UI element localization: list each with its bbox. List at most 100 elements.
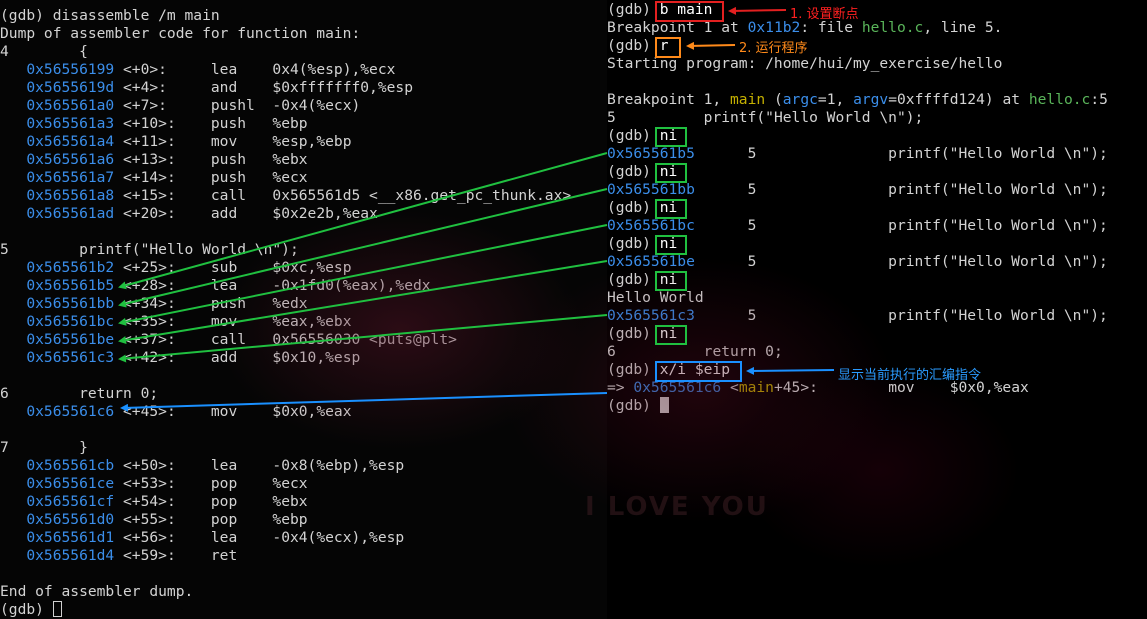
instruction-operands: $0xc,%esp xyxy=(272,259,352,276)
source-code: printf("Hello World \n"); xyxy=(8,241,299,258)
asm-instruction-line: 0x5655619d <+4>: and $0xfffffff0,%esp xyxy=(0,79,413,97)
gdb-prompt: (gdb) xyxy=(607,127,660,144)
terminal-cursor xyxy=(659,397,669,413)
instruction-address: 0x565561c3 xyxy=(26,349,115,366)
text: :5 xyxy=(1090,91,1108,108)
function-name: main xyxy=(738,379,774,396)
asm-instruction-line: 0x565561ad <+20>: add $0x2e2b,%eax xyxy=(0,205,377,223)
source-code: } xyxy=(8,439,88,456)
run-command-highlight xyxy=(655,37,681,58)
program-output: Hello World xyxy=(607,289,704,306)
gdb-prompt-line[interactable]: (gdb) xyxy=(607,397,669,415)
instruction-operands: %eax,%ebx xyxy=(272,313,352,330)
file-name: hello.c xyxy=(861,19,924,36)
instruction-address: 0x565561be xyxy=(607,253,695,270)
gdb-prompt: (gdb) xyxy=(607,37,660,54)
source-code: printf("Hello World \n"); xyxy=(615,109,924,126)
ni-command-highlight xyxy=(655,235,687,255)
instruction-offset: <+42>: xyxy=(114,349,211,366)
step-source: 5 printf("Hello World \n"); xyxy=(694,217,1108,234)
instruction-offset: <+55>: xyxy=(114,511,211,528)
instruction-address: 0x5655619d xyxy=(26,79,115,96)
instruction-address: 0x565561c3 xyxy=(607,307,695,324)
instruction-offset: <+10>: xyxy=(114,115,211,132)
step-output-line: 0x565561b5 5 printf("Hello World \n"); xyxy=(607,145,1108,163)
source-line-number: 5 xyxy=(607,109,616,126)
instruction-address: 0x565561a0 xyxy=(26,97,115,114)
instruction-operands: 0x4(%esp),%ecx xyxy=(272,61,396,78)
instruction-mnemonic: ret xyxy=(210,547,273,564)
asm-instruction-line: 0x565561a3 <+10>: push %ebp xyxy=(0,115,308,133)
left-terminal[interactable]: (gdb) disassemble /m main Dump of assemb… xyxy=(0,0,607,619)
instruction-address: 0x565561bb xyxy=(607,181,695,198)
asm-instruction-line: 0x565561d1 <+56>: lea -0x4(%ecx),%esp xyxy=(0,529,404,547)
instruction-operands: 0x565561d5 <__x86.get_pc_thunk.ax> xyxy=(272,187,572,204)
instruction-operands: -0x4(%ecx),%esp xyxy=(272,529,405,546)
instruction-offset: <+56>: xyxy=(114,529,211,546)
instruction-offset: <+54>: xyxy=(114,493,211,510)
text: +45>: xyxy=(773,379,818,396)
instruction-mnemonic: push xyxy=(210,151,273,168)
source-line-number: 6 xyxy=(0,385,9,402)
instruction-operands: %ebp xyxy=(272,115,308,132)
instruction-mnemonic: push xyxy=(210,295,273,312)
instruction-offset: <+59>: xyxy=(114,547,211,564)
gdb-prompt: (gdb) xyxy=(607,271,660,288)
step-source: 5 printf("Hello World \n"); xyxy=(694,253,1108,270)
instruction-offset: <+37>: xyxy=(114,331,211,348)
instruction-mnemonic: pop xyxy=(210,511,273,528)
asm-instruction-line: 0x565561ce <+53>: pop %ecx xyxy=(0,475,307,493)
asm-instruction-line: 0x565561be <+37>: call 0x56556030 <puts@… xyxy=(0,331,457,349)
source-line-5: 5 printf("Hello World \n"); xyxy=(607,109,923,127)
source-code: { xyxy=(8,43,88,60)
instruction-mnemonic: lea xyxy=(210,61,273,78)
gdb-prompt-line[interactable]: (gdb) xyxy=(0,601,62,619)
text: =1, xyxy=(817,91,854,108)
instruction-address: 0x565561ad xyxy=(26,205,115,222)
disassemble-command-line: (gdb) disassemble /m main xyxy=(0,7,220,24)
gdb-prompt: (gdb) xyxy=(607,397,660,414)
instruction-mnemonic: sub xyxy=(210,259,273,276)
instruction-operands: %esp,%ebp xyxy=(272,133,352,150)
source-line-number: 5 xyxy=(0,241,9,258)
text: =0xffffd124) at xyxy=(888,91,1029,108)
asm-instruction-line: 0x565561cf <+54>: pop %ebx xyxy=(0,493,307,511)
instruction-offset: <+35>: xyxy=(114,313,211,330)
instruction-offset: <+14>: xyxy=(114,169,211,186)
instruction-mnemonic: call xyxy=(210,331,273,348)
source-code: return 0; xyxy=(615,343,783,360)
right-terminal[interactable]: (gdb) b main Breakpoint 1 at 0x11b2: fil… xyxy=(607,0,1147,619)
source-line-number: 4 xyxy=(0,43,9,60)
terminal-cursor xyxy=(52,601,62,617)
instruction-offset: <+15>: xyxy=(114,187,211,204)
instruction-offset: <+20>: xyxy=(114,205,211,222)
instruction-address: 0x56556199 xyxy=(26,61,115,78)
instruction-operands: %ebp xyxy=(272,511,308,528)
source-line-4: 4 { xyxy=(0,43,88,61)
asm-instruction-line: 0x565561bb <+34>: push %edx xyxy=(0,295,307,313)
examine-command-highlight xyxy=(655,361,742,382)
step-output-line: 0x565561bb 5 printf("Hello World \n"); xyxy=(607,181,1108,199)
instruction-offset: <+28>: xyxy=(114,277,211,294)
instruction-mnemonic: lea xyxy=(210,529,273,546)
asm-instruction-line: 0x565561c6 <+45>: mov $0x0,%eax xyxy=(0,403,351,421)
asm-instruction-line: 0x565561b2 <+25>: sub $0xc,%esp xyxy=(0,259,351,277)
instruction-address: 0x565561d0 xyxy=(26,511,115,528)
function-name: main xyxy=(730,91,766,108)
instruction-operands: -0x8(%ebp),%esp xyxy=(272,457,405,474)
instruction-address: 0x565561a7 xyxy=(26,169,115,186)
instruction-address: 0x565561a8 xyxy=(26,187,115,204)
step-source: 5 printf("Hello World \n"); xyxy=(694,145,1108,162)
gdb-prompt: (gdb) xyxy=(607,1,660,18)
source-line-7: 7 } xyxy=(0,439,88,457)
